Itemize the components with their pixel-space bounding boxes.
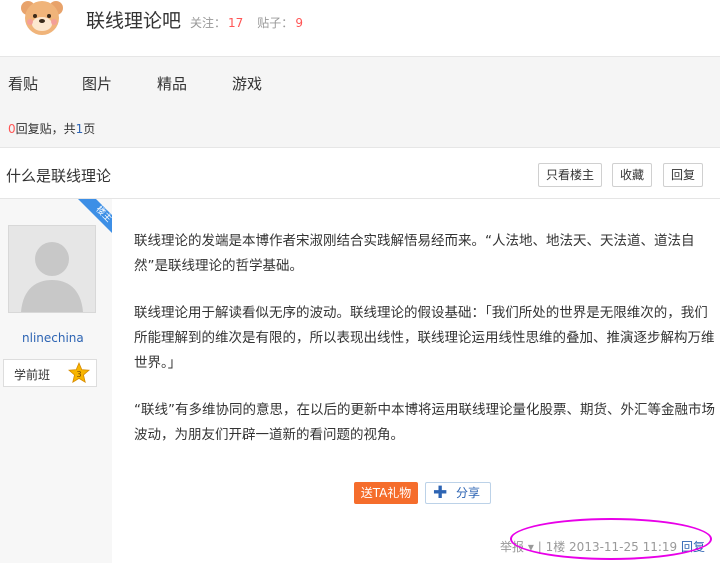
forum-header: 联线理论吧 关注： 17 贴子： 9 [0, 0, 720, 56]
favorite-button[interactable]: 收藏 [612, 163, 653, 187]
follow-label: 关注： [190, 16, 227, 30]
reply-count: 0 [8, 122, 16, 136]
plus-icon: ✚ [433, 483, 448, 503]
share-label: 分享 [456, 486, 481, 500]
post-paragraph: 联线理论用于解读看似无序的波动。联线理论的假设基础：「我们所处的世界是无限维次的… [134, 305, 715, 371]
share-button[interactable]: ✚ 分享 [425, 482, 491, 504]
post-content-area: 联线理论的发端是本博作者宋淑刚结合实践解悟易经而来。“人法地、地法天、天法道、道… [112, 199, 720, 563]
level-star-icon: 3 [68, 361, 90, 384]
tab-images[interactable]: 图片 [82, 73, 112, 94]
level-badge[interactable]: 学前班 3 [3, 359, 97, 387]
post-paragraph: 联线理论的发端是本博作者宋淑刚结合实践解悟易经而来。“人法地、地法天、天法道、道… [134, 233, 695, 274]
posts-label: 贴子： [257, 16, 294, 30]
annotation-circle [510, 518, 712, 560]
post-paragraph: “联线”有多维协同的意思，在以后的更新中本博将运用联线理论量化股票、期货、外汇等… [134, 402, 715, 443]
posts-count: 9 [295, 16, 303, 30]
follow-count: 17 [228, 16, 244, 30]
send-gift-button[interactable]: 送TA礼物 [354, 482, 418, 504]
bear-avatar-icon[interactable] [18, 0, 66, 44]
forum-title[interactable]: 联线理论吧 [86, 6, 181, 33]
reply-button[interactable]: 回复 [663, 163, 704, 187]
level-number: 3 [76, 370, 81, 379]
thread-title: 什么是联线理论 [6, 167, 112, 185]
pager-summary: 0回复贴，共1页 [8, 120, 95, 137]
pager-text-mid: 回复贴，共 [15, 122, 76, 136]
thread-title-bar: 什么是联线理论 只看楼主 收藏 回复 [0, 148, 720, 199]
post-text: 联线理论的发端是本博作者宋淑刚结合实践解悟易经而来。“人法地、地法天、天法道、道… [134, 229, 716, 448]
tab-posts[interactable]: 看贴 [8, 73, 38, 94]
forum-nav: 看贴 图片 精品 游戏 [0, 56, 720, 110]
tab-games[interactable]: 游戏 [232, 73, 262, 94]
author-name[interactable]: nlinechina [22, 331, 84, 345]
pager-bar: 0回复贴，共1页 [0, 109, 720, 148]
tab-featured[interactable]: 精品 [157, 73, 187, 94]
only-op-button[interactable]: 只看楼主 [538, 163, 603, 187]
level-name: 学前班 [14, 368, 51, 382]
forum-stats: 关注： 17 贴子： 9 [190, 14, 317, 31]
author-panel: 楼主 nlinechina 学前班 3 [0, 199, 118, 563]
pager-text-end: 页 [83, 122, 96, 136]
